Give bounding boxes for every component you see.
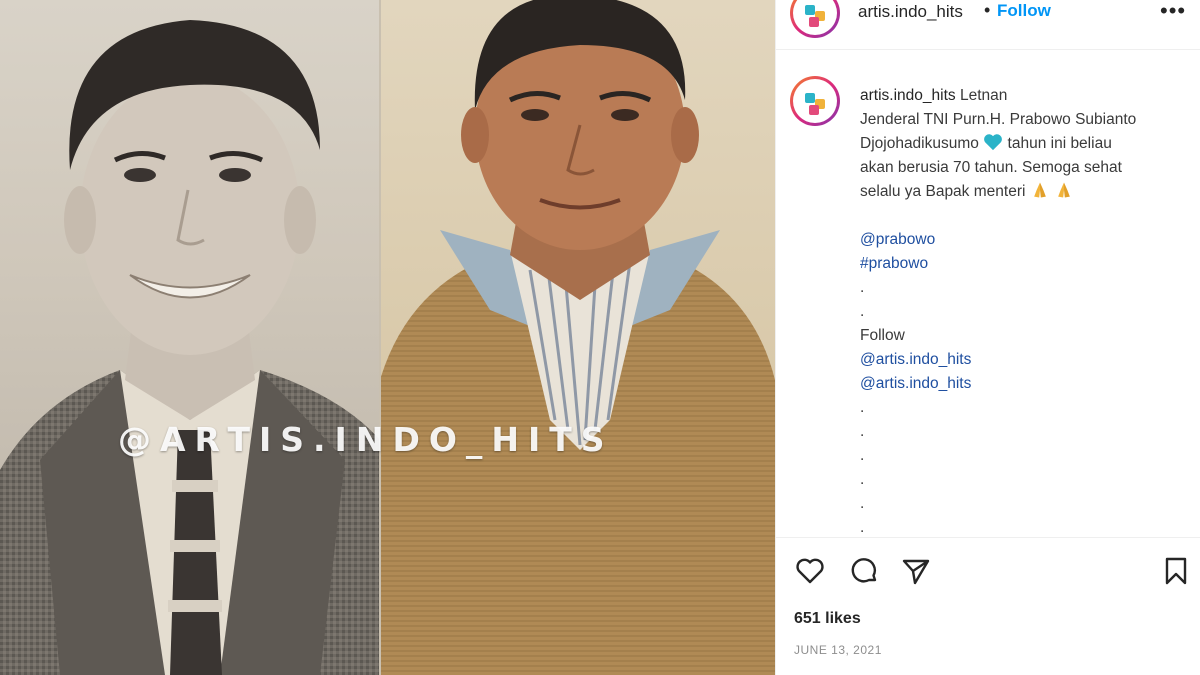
folded-hands-emoji-icon (1033, 182, 1046, 198)
young-man-figure (0, 20, 380, 675)
profile-avatar[interactable] (790, 0, 840, 38)
avatar-logo (793, 79, 837, 123)
header-separator: • (984, 0, 991, 20)
caption-username[interactable]: artis.indo_hits (860, 87, 956, 104)
avatar-logo (793, 0, 837, 35)
post-header: artis.indo_hits • Follow ••• (776, 0, 1200, 50)
watermark-text: @ARTIS.INDO_HITS (118, 420, 614, 459)
caption-text: Djojohadikusumo (860, 135, 979, 152)
caption-dot: . (860, 279, 865, 296)
photo-divider (379, 0, 381, 675)
caption-text: tahun ini beliau (1007, 135, 1112, 152)
hashtag-link[interactable]: #prabowo (860, 252, 1190, 276)
blue-heart-emoji-icon (984, 134, 1003, 151)
caption-line-4: akan berusia 70 tahun. Semoga sehat (860, 159, 1122, 176)
vintage-portrait-photo (0, 0, 380, 675)
caption-dot: . (860, 447, 865, 464)
caption-avatar[interactable] (790, 76, 840, 126)
bookmark-icon[interactable] (1160, 555, 1192, 587)
post-panel: artis.indo_hits • Follow ••• artis.indo_… (775, 0, 1200, 675)
caption-line-3: Djojohadikusumo tahun ini beliau (860, 132, 1190, 156)
header-username[interactable]: artis.indo_hits (858, 2, 963, 22)
folded-hands-emoji-icon (1058, 182, 1070, 198)
caption-text: selalu ya Bapak menteri (860, 183, 1026, 200)
caption-follow-text: Follow (860, 327, 905, 344)
paper-plane-icon[interactable] (900, 555, 932, 587)
recent-portrait-photo (380, 0, 775, 675)
caption-text: Letnan (959, 87, 1008, 104)
follow-button[interactable]: Follow (997, 1, 1051, 21)
mention-link[interactable]: @artis.indo_hits (860, 372, 1190, 396)
caption-dot: . (860, 423, 865, 440)
heart-outline-icon[interactable] (794, 555, 826, 587)
caption-line-2: Jenderal TNI Purn.H. Prabowo Subianto (860, 111, 1137, 128)
older-man-figure (380, 0, 775, 675)
post-caption: artis.indo_hits Letnan Jenderal TNI Purn… (860, 84, 1190, 540)
actions-divider (776, 537, 1200, 538)
caption-dot: . (860, 303, 865, 320)
caption-line-1: artis.indo_hits Letnan (860, 84, 1190, 108)
more-options-icon[interactable]: ••• (1160, 0, 1186, 24)
post-date: JUNE 13, 2021 (794, 643, 882, 657)
caption-dot: . (860, 495, 865, 512)
caption-dot: . (860, 399, 865, 416)
mention-link[interactable]: @prabowo (860, 228, 1190, 252)
likes-count[interactable]: 651 likes (794, 610, 861, 628)
mention-link[interactable]: @artis.indo_hits (860, 348, 1190, 372)
action-bar (776, 555, 1200, 589)
speech-bubble-icon[interactable] (848, 555, 880, 587)
caption-line-5: selalu ya Bapak menteri (860, 180, 1190, 204)
post-image[interactable]: @ARTIS.INDO_HITS (0, 0, 775, 675)
caption-dot: . (860, 471, 865, 488)
